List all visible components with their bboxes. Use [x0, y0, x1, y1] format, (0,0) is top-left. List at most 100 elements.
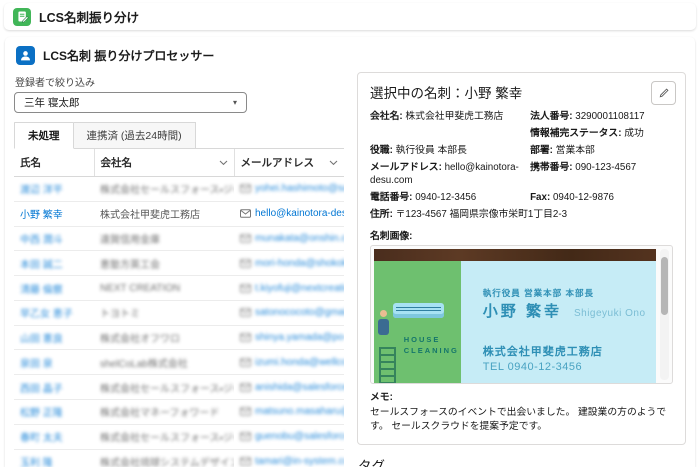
- user-icon: [16, 46, 35, 65]
- envelope-icon: [240, 184, 251, 193]
- sort-chevron-icon[interactable]: [219, 160, 228, 166]
- registrant-select-value: 三年 寝太郎: [24, 95, 79, 110]
- field-value: 成功: [624, 128, 644, 139]
- detail-field: メールアドレス: hello@kainotora-desu.com: [370, 162, 520, 188]
- table-row[interactable]: 松野 正隆 株式会社マネーフォワード matsuno.masaharu@mone…: [14, 400, 344, 425]
- field-value: 執行役員 本部長: [396, 145, 467, 156]
- envelope-icon: [240, 333, 251, 342]
- table-row[interactable]: 玉利 隆 株式会社琉球システムデザイン tamari@in-system.co.…: [14, 449, 344, 467]
- row-email-link[interactable]: anishida@salesforce.com: [255, 382, 344, 393]
- memo-text: セールスフォースのイベントで出会いました。 建設業の方のようです。 セールスクラ…: [370, 406, 673, 434]
- row-email-link[interactable]: yohei.hashimoto@salesforce.com: [255, 183, 344, 194]
- table-row[interactable]: 早乙女 恵子 トヨトミ satonococoto@gmail.com: [14, 300, 344, 325]
- tags-heading: タグ: [358, 455, 686, 467]
- row-name-link[interactable]: 春町 太夫: [20, 433, 63, 444]
- note-pencil-icon: [16, 10, 29, 23]
- chevron-down-icon: ▾: [233, 98, 237, 107]
- row-name-link[interactable]: 渡辺 洋平: [20, 185, 63, 196]
- field-value: 営業本部: [556, 145, 595, 156]
- row-name-link[interactable]: 本田 誠二: [20, 260, 63, 271]
- field-label: 部署:: [530, 145, 553, 156]
- photo-scrollbar[interactable]: [660, 249, 669, 380]
- row-email-link[interactable]: shinya.yamada@po-po.net: [255, 332, 344, 343]
- field-label: 住所:: [370, 209, 393, 220]
- business-card-table: 氏名 会社名 メールアドレス: [14, 149, 344, 467]
- field-value: 090-123-4567: [575, 162, 636, 173]
- selected-card-detail: 選択中の名刺：小野 繁幸 会社名: 株式会社甲斐虎工務店 法人番号: 32900…: [357, 72, 686, 445]
- row-company: NEXT CREATION: [100, 283, 180, 294]
- row-email-link[interactable]: hello@kainotora-desu.com: [255, 208, 344, 219]
- field-label: 電話番号:: [370, 192, 412, 203]
- processor-header: LCS名刺 振り分けプロセッサー: [14, 44, 686, 72]
- detail-field: 法人番号: 3290001108117: [530, 111, 673, 124]
- house-cleaning-logo-text: HOUSE CLEANING: [404, 334, 459, 357]
- envelope-icon: [240, 432, 251, 441]
- envelope-icon: [240, 457, 251, 466]
- memo-label: メモ:: [370, 391, 673, 405]
- row-email-link[interactable]: munakata@onshin.com: [255, 233, 344, 244]
- row-company: 株式会社マネーフォワード: [100, 408, 219, 419]
- tab-unprocessed[interactable]: 未処理: [14, 122, 74, 149]
- row-name-link[interactable]: 松野 正隆: [20, 408, 63, 419]
- air-conditioner-illustration: [393, 303, 444, 318]
- tab-linked[interactable]: 連携済 (過去24時間): [74, 122, 196, 148]
- detail-field: 住所: 〒123-4567 福岡県宗像市栄町1丁目2-3: [370, 209, 673, 222]
- row-email-link[interactable]: izumi.honda@wellcolab.jp: [255, 357, 344, 368]
- list-tabs: 未処理 連携済 (過去24時間): [14, 122, 344, 149]
- business-card-image: HOUSE CLEANING 執行役員 営業本部 本部長 小野 繁幸Shigey…: [370, 245, 673, 384]
- page-title: LCS名刺振り分け: [39, 7, 139, 26]
- card-image-label: 名刺画像:: [370, 228, 673, 242]
- sort-chevron-icon[interactable]: [329, 160, 338, 166]
- table-row[interactable]: 小野 繁幸 株式会社甲斐虎工務店 hello@kainotora-desu.co…: [14, 201, 344, 226]
- row-name-link[interactable]: 早乙女 恵子: [20, 309, 73, 320]
- edit-button[interactable]: [651, 81, 676, 105]
- table-row[interactable]: 山田 憲良 株式会社オフワロ shinya.yamada@po-po.net: [14, 325, 344, 350]
- column-header-email[interactable]: メールアドレス: [234, 149, 344, 177]
- table-row[interactable]: 本田 誠二 恵塾方英工会 mori-honda@shokokai.ne.jp: [14, 251, 344, 276]
- row-name-link[interactable]: 泉田 泉: [20, 359, 53, 370]
- field-value: 株式会社甲斐虎工務店: [405, 111, 503, 122]
- bizcard-company: 株式会社甲斐虎工務店: [483, 343, 603, 359]
- row-name-link[interactable]: 小野 繁幸: [20, 210, 63, 221]
- envelope-icon: [240, 383, 251, 392]
- field-label: 情報補完ステータス:: [530, 128, 621, 139]
- row-email-link[interactable]: guenobu@salesforce.com: [255, 431, 344, 442]
- photo-scrollbar-thumb[interactable]: [661, 257, 668, 315]
- field-label: 携帯番号:: [530, 162, 572, 173]
- field-label: 役職:: [370, 145, 393, 156]
- column-header-name[interactable]: 氏名: [14, 149, 94, 177]
- row-name-link[interactable]: 玉利 隆: [20, 458, 53, 467]
- registrant-select[interactable]: 三年 寝太郎 ▾: [14, 92, 247, 113]
- detail-field: 電話番号: 0940-12-3456: [370, 192, 520, 205]
- table-row[interactable]: 春町 太夫 株式会社セールスフォース・ジャパン guenobu@salesfor…: [14, 424, 344, 449]
- bizcard-name: 小野 繁幸Shigeyuki Ono: [483, 300, 646, 321]
- registrant-filter-label: 登録者で絞り込み: [15, 74, 344, 89]
- envelope-icon: [240, 209, 251, 218]
- bizcard-text-area: 執行役員 営業本部 本部長 小野 繁幸Shigeyuki Ono 株式会社甲斐虎…: [461, 261, 656, 383]
- row-name-link[interactable]: 山田 憲良: [20, 334, 63, 345]
- row-company: 株式会社オフワロ: [100, 334, 180, 345]
- bizcard-tel: TEL 0940-12-3456: [483, 361, 582, 373]
- row-name-link[interactable]: 西田 晶子: [20, 384, 63, 395]
- row-name-link[interactable]: 清藤 倫察: [20, 285, 63, 296]
- field-label: 会社名:: [370, 111, 403, 122]
- row-company: 株式会社セールスフォース・ジャパン: [100, 185, 234, 196]
- row-email-link[interactable]: mori-honda@shokokai.ne.jp: [255, 258, 344, 269]
- field-value: 〒123-4567 福岡県宗像市栄町1丁目2-3: [396, 209, 568, 220]
- table-row[interactable]: 中西 潤斗 遠賀信用金庫 munakata@onshin.com: [14, 226, 344, 251]
- table-row[interactable]: 清藤 倫察 NEXT CREATION t.kiyofuji@nextcreat…: [14, 276, 344, 301]
- table-row[interactable]: 西田 晶子 株式会社セールスフォース・ジャパン anishida@salesfo…: [14, 375, 344, 400]
- card-list-panel: 登録者で絞り込み 三年 寝太郎 ▾ 未処理 連携済 (過去24時間) 氏名 会社…: [14, 72, 344, 460]
- row-email-link[interactable]: t.kiyofuji@nextcreation.design: [255, 283, 344, 294]
- detail-fields: 会社名: 株式会社甲斐虎工務店 法人番号: 3290001108117 情報補完…: [370, 111, 673, 221]
- table-row[interactable]: 泉田 泉 shelCoLab株式会社 izumi.honda@wellcolab…: [14, 350, 344, 375]
- row-email-link[interactable]: matsuno.masaharu@moneyforw: [255, 406, 344, 417]
- detail-field: 携帯番号: 090-123-4567: [530, 162, 673, 188]
- row-email-link[interactable]: tamari@in-system.co.jp: [255, 456, 344, 467]
- row-name-link[interactable]: 中西 潤斗: [20, 235, 63, 246]
- field-value: 3290001108117: [575, 111, 644, 122]
- table-row[interactable]: 渡辺 洋平 株式会社セールスフォース・ジャパン yohei.hashimoto@…: [14, 177, 344, 202]
- column-header-company[interactable]: 会社名: [94, 149, 234, 177]
- row-email-link[interactable]: satonococoto@gmail.com: [255, 307, 344, 318]
- field-label: メールアドレス:: [370, 162, 442, 173]
